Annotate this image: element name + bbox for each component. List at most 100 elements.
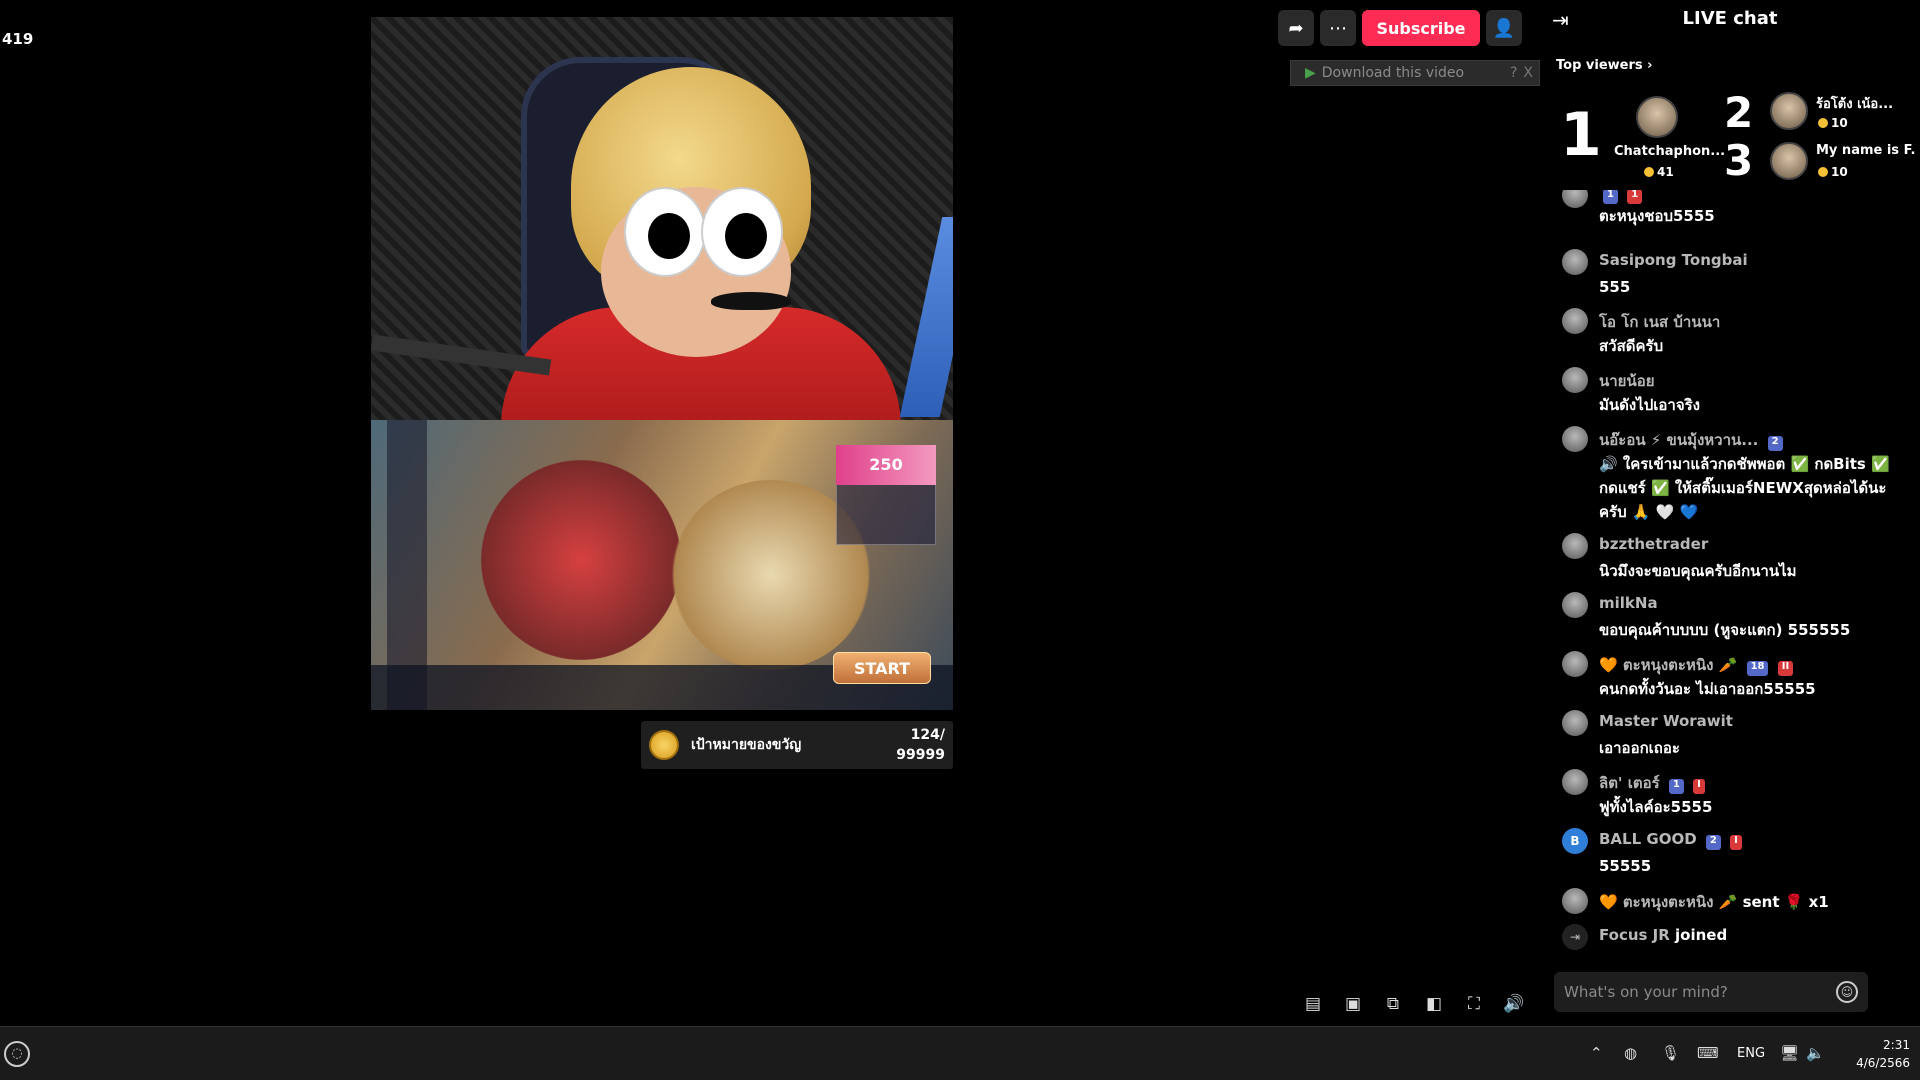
picture-button[interactable]: ▣ xyxy=(1339,990,1367,1018)
chevron-up-icon[interactable]: ⌃ xyxy=(1590,1044,1603,1062)
captions-button[interactable]: ▤ xyxy=(1299,990,1327,1018)
avatar[interactable] xyxy=(1562,769,1588,795)
volume-button[interactable]: 🔊 xyxy=(1500,990,1528,1018)
chat-username[interactable]: ลิต' เตอร์ 1 I xyxy=(1599,771,1705,795)
live-stream-page: 419 250 START เป้าหมายของขวัญ 124/ 99999… xyxy=(0,0,1920,1026)
mini-player-icon: ◧ xyxy=(1425,994,1443,1014)
chat-username[interactable]: milkNa xyxy=(1599,594,1658,612)
live-chat-panel: ⇥ LIVE chat Top viewers › 1 Chatchaphon.… xyxy=(1540,0,1920,1026)
chat-input-box[interactable]: ☺ xyxy=(1554,972,1868,1012)
gift-goal-bar: เป้าหมายของขวัญ 124/ 99999 xyxy=(641,721,953,769)
taskbar: ◌ ⌃ ◍ 🎙 ⌨ ENG 🖥 🔈 2:31 4/6/2566 xyxy=(0,1026,1920,1080)
googly-eye-left xyxy=(624,187,706,277)
profile-button[interactable]: 👤 xyxy=(1486,10,1522,46)
chat-username[interactable]: โอ โก เนส บ้านนา xyxy=(1599,310,1720,334)
chat-username[interactable]: BALL GOOD 2 I xyxy=(1599,830,1742,850)
avatar[interactable] xyxy=(1562,710,1588,736)
chat-username[interactable]: 🧡 ตะหนุงตะหนิง 🥕 sent 🌹 x1 xyxy=(1599,890,1829,914)
subscribe-button[interactable]: Subscribe xyxy=(1362,10,1480,46)
avatar[interactable] xyxy=(1562,651,1588,677)
keyboard-icon[interactable]: ⌨ xyxy=(1697,1044,1719,1062)
avatar[interactable] xyxy=(1562,308,1588,334)
top-viewer-name: ร้อโต้ง เน้อ... xyxy=(1816,97,1894,112)
avatar[interactable] xyxy=(1562,533,1588,559)
download-video-bar[interactable]: ▶ Download this video ? X xyxy=(1290,60,1540,86)
captions-icon: ▤ xyxy=(1304,994,1322,1014)
avatar[interactable] xyxy=(1562,426,1588,452)
chat-text: ฟูทั้งไลค์อะ5555 xyxy=(1599,798,1713,816)
chat-username[interactable]: 1 1 xyxy=(1599,190,1643,204)
chat-username[interactable]: นายน้อย xyxy=(1599,369,1655,393)
chat-text: นิวมึงจะขอบคุณครับอีกนานไม xyxy=(1599,562,1797,580)
chat-message: 1 1 ตะหนุงชอบ5555 xyxy=(1562,190,1912,225)
app-tray-icon[interactable]: ◍ xyxy=(1624,1044,1637,1062)
avatar[interactable] xyxy=(1562,592,1588,618)
chat-input[interactable] xyxy=(1564,972,1814,1012)
network-icon[interactable]: 🖥 xyxy=(1780,1044,1799,1062)
chat-text: มันดังไปเอาจริง xyxy=(1599,396,1701,414)
chat-messages[interactable]: 1 1 ตะหนุงชอบ5555 Sasipong Tongbai 555 โ… xyxy=(1540,190,1920,960)
chat-text: 555 xyxy=(1599,278,1631,296)
chat-username[interactable]: Sasipong Tongbai xyxy=(1599,251,1748,269)
smile-icon: ☺ xyxy=(1840,985,1854,999)
language-indicator[interactable]: ENG xyxy=(1737,1046,1765,1061)
fan-badge: I xyxy=(1730,835,1742,850)
download-help-button[interactable]: ? xyxy=(1510,65,1517,81)
coin-icon xyxy=(649,730,679,760)
chat-username[interactable]: นอ๊ะอน ⚡ ขนมุ้งหวาน... 2 xyxy=(1599,428,1783,452)
gift-goal-count: 124/ 99999 xyxy=(896,725,945,765)
webcam-feed xyxy=(371,17,953,420)
chat-username[interactable]: Focus JR joined xyxy=(1599,926,1727,944)
play-icon: ▶ xyxy=(1305,65,1316,81)
popout-button[interactable]: ⧉ xyxy=(1379,990,1407,1018)
game-screen: 250 START xyxy=(371,420,953,710)
avatar[interactable] xyxy=(1562,249,1588,275)
game-promo-banner: 250 xyxy=(836,445,936,485)
more-options-button[interactable]: ⋯ xyxy=(1320,10,1356,46)
clock-time: 2:31 xyxy=(1883,1038,1910,1052)
chevron-right-icon: › xyxy=(1647,58,1653,73)
more-icon: ⋯ xyxy=(1329,17,1347,39)
chat-username[interactable]: 🧡 ตะหนุงตะหนิง 🥕 18 II xyxy=(1599,653,1794,677)
googly-eye-right xyxy=(701,187,783,277)
clock-date: 4/6/2566 xyxy=(1856,1056,1910,1070)
chat-text: คนกดทั้งวันอะ ไม่เอาออก55555 xyxy=(1599,680,1816,698)
avatar xyxy=(1636,96,1678,138)
download-close-button[interactable]: X xyxy=(1523,65,1533,81)
viewer-count: 419 xyxy=(2,30,34,48)
speaker-icon[interactable]: 🔈 xyxy=(1806,1044,1825,1062)
chat-text: เอาออกเถอะ xyxy=(1599,739,1680,757)
top-viewers-link[interactable]: Top viewers › xyxy=(1556,58,1653,73)
avatar[interactable]: B xyxy=(1562,828,1588,854)
avatar[interactable] xyxy=(1562,367,1588,393)
chat-text: สวัสดีครับ xyxy=(1599,337,1664,355)
fan-badge: 1 xyxy=(1627,190,1643,204)
chat-text: 55555 xyxy=(1599,857,1652,875)
picture-icon: ▣ xyxy=(1344,994,1362,1014)
coin-icon xyxy=(1818,167,1828,177)
microphone-icon[interactable]: 🎙 xyxy=(1661,1044,1680,1062)
emoji-button[interactable]: ☺ xyxy=(1836,981,1858,1003)
gift-goal-target: 99999 xyxy=(896,747,945,763)
share-icon: ➦ xyxy=(1288,17,1304,39)
share-button[interactable]: ➦ xyxy=(1278,10,1314,46)
avatar[interactable] xyxy=(1562,888,1588,914)
mini-player-button[interactable]: ◧ xyxy=(1420,990,1448,1018)
chat-title: LIVE chat xyxy=(1682,8,1778,29)
avatar xyxy=(1770,142,1808,180)
popout-icon: ⧉ xyxy=(1386,994,1400,1014)
coin-icon xyxy=(1818,118,1828,128)
fullscreen-button[interactable]: ⛶ xyxy=(1460,990,1488,1018)
avatar[interactable] xyxy=(1562,190,1588,208)
fan-badge: I xyxy=(1693,779,1705,794)
chat-username[interactable]: bzzthetrader xyxy=(1599,535,1708,553)
live-video[interactable]: 250 START xyxy=(371,17,953,710)
chat-text: 🔊 ใครเข้ามาแล้วกดชัพพอต ✅ กดBits ✅ กดแชร… xyxy=(1599,455,1890,521)
top-viewer-coins: 10 xyxy=(1818,165,1848,179)
clock[interactable]: 2:31 4/6/2566 xyxy=(1830,1036,1910,1072)
level-badge: 1 xyxy=(1668,779,1684,794)
chat-username[interactable]: Master Worawit xyxy=(1599,712,1733,730)
game-hero-red xyxy=(481,460,681,660)
start-button[interactable]: ◌ xyxy=(4,1041,30,1067)
level-badge: 2 xyxy=(1767,436,1783,451)
